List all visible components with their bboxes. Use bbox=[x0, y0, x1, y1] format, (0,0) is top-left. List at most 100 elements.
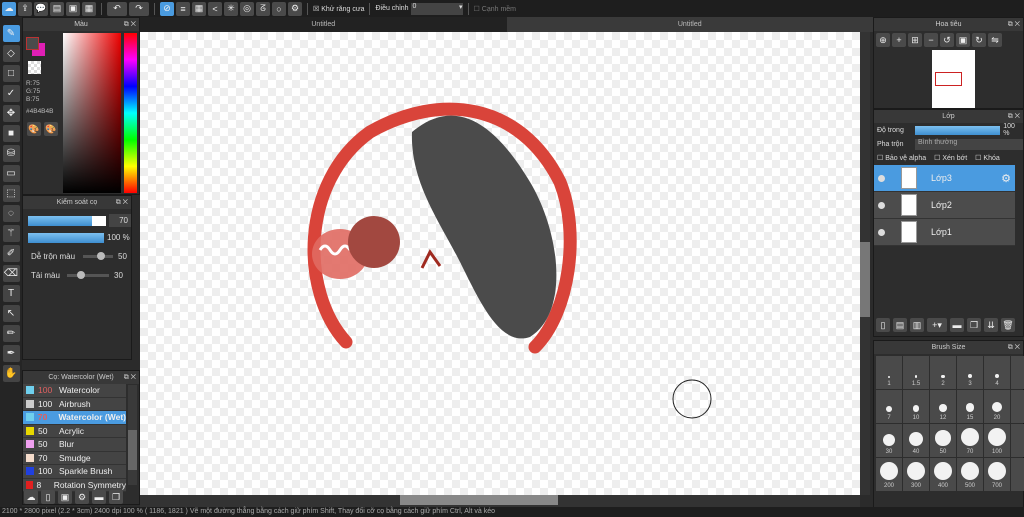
mix-slider[interactable] bbox=[83, 252, 113, 260]
brush-size-preset[interactable]: 700 bbox=[984, 458, 1010, 491]
move-tool-icon[interactable]: ✥ bbox=[2, 105, 20, 122]
navigator-preview[interactable] bbox=[932, 50, 975, 108]
tab-untitled-2[interactable]: Untitled bbox=[506, 17, 873, 32]
brush-size-preset[interactable]: 7 bbox=[876, 390, 902, 423]
saturation-value-picker[interactable] bbox=[63, 33, 121, 193]
zoom-in-icon[interactable]: + bbox=[892, 33, 906, 47]
brush-size-preset[interactable]: 50 bbox=[930, 424, 956, 457]
brush-size-slider[interactable] bbox=[28, 216, 106, 226]
new-1bit-layer-icon[interactable]: ▥ bbox=[910, 318, 924, 332]
palette-add-icon[interactable]: 🎨 bbox=[44, 122, 58, 136]
brush-size-preset[interactable]: 30 bbox=[876, 424, 902, 457]
redo-icon[interactable]: ↷ bbox=[129, 1, 149, 16]
folder-icon[interactable]: ▬ bbox=[950, 318, 964, 332]
brush-list-item[interactable]: 70 Watercolor (Wet) bbox=[23, 411, 126, 425]
eyedropper-tool-icon[interactable]: ✒ bbox=[2, 345, 20, 362]
lasso-tool-icon[interactable]: ◌ bbox=[2, 205, 20, 222]
merge-layer-icon[interactable]: ⇊ bbox=[984, 318, 998, 332]
antialias-checkbox[interactable]: ☒ Khử răng cưa bbox=[313, 5, 364, 13]
brush-list-item[interactable]: 50 Acrylic bbox=[23, 424, 126, 438]
rect-tool-icon[interactable]: □ bbox=[2, 65, 20, 82]
brush-list-item[interactable]: 100 Watercolor bbox=[23, 384, 126, 398]
lock-checkbox[interactable]: ☐ Khóa bbox=[975, 154, 1000, 162]
brush-size-preset[interactable]: 200 bbox=[876, 458, 902, 491]
new-brush-icon[interactable]: ▯ bbox=[41, 490, 55, 504]
brush-list-item[interactable]: 100 Airbrush bbox=[23, 397, 126, 411]
visibility-toggle-icon[interactable] bbox=[878, 201, 885, 209]
undo-icon[interactable]: ↶ bbox=[107, 1, 127, 16]
select-rect-tool-icon[interactable]: ⬚ bbox=[2, 185, 20, 202]
brush-size-preset[interactable]: 1 bbox=[876, 356, 902, 389]
magic-wand-tool-icon[interactable]: ⚚ bbox=[2, 225, 20, 242]
rotate-right-icon[interactable]: ↻ bbox=[972, 33, 986, 47]
visibility-toggle-icon[interactable] bbox=[878, 174, 885, 182]
vertical-scrollbar[interactable] bbox=[860, 32, 870, 495]
transparent-color-swatch[interactable] bbox=[28, 61, 41, 74]
brush-list-item[interactable]: 70 Smudge bbox=[23, 451, 126, 465]
hand-tool-icon[interactable]: ✋ bbox=[2, 365, 20, 382]
parallel-snap-icon[interactable]: ≡ bbox=[176, 1, 190, 16]
perspective-snap-icon[interactable]: < bbox=[208, 1, 222, 16]
hue-slider[interactable] bbox=[124, 33, 137, 193]
brush-size-preset[interactable]: 70 bbox=[957, 424, 983, 457]
brush-size-preset[interactable]: 1.5 bbox=[903, 356, 929, 389]
close-icon[interactable]: ⧉ ✕ bbox=[1008, 110, 1020, 123]
settings-icon[interactable]: ⚙ bbox=[288, 1, 302, 16]
brush-size-preset[interactable] bbox=[1011, 390, 1024, 423]
brush-size-preset[interactable]: 400 bbox=[930, 458, 956, 491]
duplicate-layer-icon[interactable]: ❐ bbox=[967, 318, 981, 332]
brush-size-preset[interactable]: 100 bbox=[984, 424, 1010, 457]
new-halftone-layer-icon[interactable]: ▤ bbox=[893, 318, 907, 332]
app-icon[interactable]: ☁ bbox=[2, 1, 16, 16]
add-brush-icon[interactable]: ▣ bbox=[58, 490, 72, 504]
ellipse-snap-icon[interactable]: ○ bbox=[272, 1, 286, 16]
brush-tool-icon[interactable]: ✎ bbox=[2, 25, 20, 42]
brush-list-item[interactable]: 100 Sparkle Brush bbox=[23, 465, 126, 479]
brush-size-preset[interactable]: 500 bbox=[957, 458, 983, 491]
brush-list-item[interactable]: 50 Blur bbox=[23, 438, 126, 452]
brush-size-preset[interactable]: 10 bbox=[903, 390, 929, 423]
comment-icon[interactable]: 💬 bbox=[34, 1, 48, 16]
layer-row[interactable]: Lớp2 bbox=[874, 192, 1015, 219]
adjust-select[interactable]: 0 ▾ bbox=[410, 2, 463, 15]
panel-icon[interactable]: ▤ bbox=[50, 1, 64, 16]
zoom-actual-icon[interactable]: ⊕ bbox=[876, 33, 890, 47]
palette-icon[interactable]: 🎨 bbox=[27, 122, 41, 136]
radial-snap-icon[interactable]: ✳ bbox=[224, 1, 238, 16]
curve-snap-icon[interactable]: ᘔ bbox=[256, 1, 270, 16]
close-icon[interactable]: ⧉ ✕ bbox=[124, 371, 136, 384]
flip-icon[interactable]: ⇋ bbox=[988, 33, 1002, 47]
select-eraser-tool-icon[interactable]: ⌫ bbox=[2, 265, 20, 282]
brush-size-preset[interactable]: 12 bbox=[930, 390, 956, 423]
brush-size-preset[interactable] bbox=[1011, 356, 1024, 389]
horizontal-scrollbar[interactable] bbox=[140, 495, 860, 507]
brush-size-preset[interactable]: 2 bbox=[930, 356, 956, 389]
layer-opacity-slider[interactable] bbox=[914, 125, 1001, 135]
delete-layer-icon[interactable]: 🗑 bbox=[1001, 318, 1015, 332]
brush-size-preset[interactable] bbox=[1011, 458, 1024, 491]
brush-size-value[interactable]: 70 bbox=[109, 214, 131, 227]
snap-off-icon[interactable]: ⊘ bbox=[160, 1, 174, 16]
brush-size-preset[interactable]: 3 bbox=[957, 356, 983, 389]
visibility-toggle-icon[interactable] bbox=[878, 228, 885, 236]
operation-tool-icon[interactable]: ↖ bbox=[2, 305, 20, 322]
smooth-checkbox[interactable]: ☐ Cạnh mềm bbox=[474, 5, 516, 13]
primary-color-swatch[interactable] bbox=[26, 37, 39, 50]
close-icon[interactable]: ⧉ ✕ bbox=[124, 18, 136, 31]
circle-snap-icon[interactable]: ◎ bbox=[240, 1, 254, 16]
blend-mode-select[interactable]: Bình thường bbox=[915, 138, 1023, 150]
brush-size-preset[interactable]: 4 bbox=[984, 356, 1010, 389]
grid-snap-icon[interactable]: ▦ bbox=[192, 1, 206, 16]
brush-settings-icon[interactable]: ⚙ bbox=[75, 490, 89, 504]
brush-size-preset[interactable] bbox=[1011, 424, 1024, 457]
grid-menu-icon[interactable]: ▦ bbox=[82, 1, 96, 16]
save-icon[interactable]: ▣ bbox=[66, 1, 80, 16]
add-layer-menu-icon[interactable]: +▾ bbox=[927, 318, 947, 332]
fill-rect-tool-icon[interactable]: ■ bbox=[2, 125, 20, 142]
text-tool-icon[interactable]: T bbox=[2, 285, 20, 302]
tab-untitled-1[interactable]: Untitled bbox=[140, 17, 507, 32]
brush-size-preset[interactable]: 300 bbox=[903, 458, 929, 491]
divide-tool-icon[interactable]: ✏ bbox=[2, 325, 20, 342]
load-slider[interactable] bbox=[67, 271, 109, 279]
bucket-tool-icon[interactable]: ⛁ bbox=[2, 145, 20, 162]
